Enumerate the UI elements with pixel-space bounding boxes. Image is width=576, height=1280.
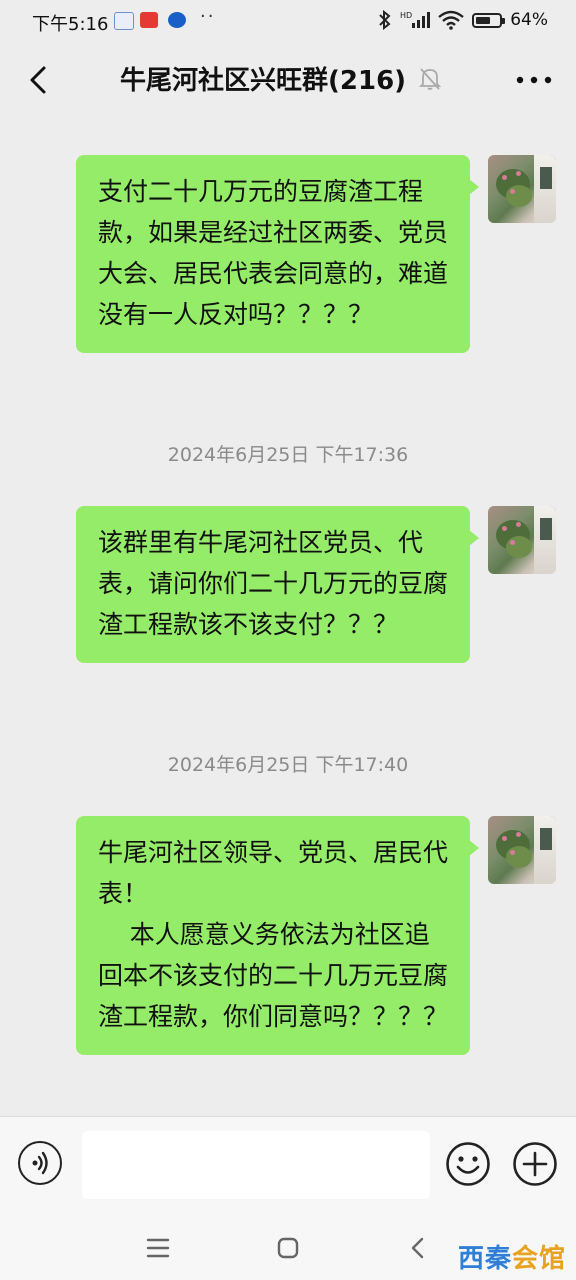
battery-percent: 64%	[510, 10, 548, 30]
svg-text:HD: HD	[400, 11, 412, 20]
message-timestamp: 2024年6月25日 下午17:36	[167, 444, 409, 466]
menu-nav-button[interactable]	[140, 1230, 176, 1266]
status-bar: 下午5:16 ·· HD 64%	[0, 0, 576, 42]
voice-input-button[interactable]	[18, 1141, 62, 1185]
chat-title-area: 牛尾河社区兴旺群(216)	[120, 60, 442, 97]
chat-title: 牛尾河社区兴旺群(216)	[120, 66, 407, 96]
toutiao-icon	[140, 12, 158, 28]
more-options-button[interactable]	[512, 60, 556, 100]
app-icon-3	[168, 12, 186, 28]
sender-avatar[interactable]	[488, 506, 556, 574]
message-timestamp: 2024年6月25日 下午17:40	[167, 754, 409, 776]
message-list[interactable]: 支付二十几万元的豆腐渣工程款，如果是经过社区两委、党员大会、居民代表会同意的，难…	[0, 116, 576, 1116]
chat-header: 牛尾河社区兴旺群(216)	[0, 42, 576, 116]
wifi-icon	[438, 10, 464, 30]
back-nav-button[interactable]	[400, 1230, 436, 1266]
battery-icon	[472, 12, 506, 28]
back-button[interactable]	[18, 60, 58, 100]
voice-icon	[32, 1151, 48, 1175]
watermark-logo: 西秦会馆	[457, 1244, 566, 1274]
more-notifications-icon: ··	[200, 6, 216, 27]
message-2: 该群里有牛尾河社区党员、代表，请问你们二十几万元的豆腐渣工程款该不该支付？？？	[76, 506, 556, 663]
signal-icon: HD	[400, 11, 431, 28]
more-functions-button[interactable]	[512, 1141, 558, 1187]
message-input[interactable]	[82, 1131, 430, 1199]
message-3: 牛尾河社区领导、党员、居民代表！ 本人愿意义务依法为社区追回本不该支付的二十几万…	[76, 816, 556, 1055]
message-bubble[interactable]: 该群里有牛尾河社区党员、代表，请问你们二十几万元的豆腐渣工程款该不该支付？？？	[76, 506, 479, 663]
message-bubble[interactable]: 牛尾河社区领导、党员、居民代表！ 本人愿意义务依法为社区追回本不该支付的二十几万…	[76, 816, 479, 1055]
bluetooth-icon	[379, 10, 391, 30]
system-nav-bar: 西秦会馆	[0, 1216, 576, 1280]
message-1: 支付二十几万元的豆腐渣工程款，如果是经过社区两委、党员大会、居民代表会同意的，难…	[76, 155, 556, 353]
emoji-button[interactable]	[445, 1141, 491, 1187]
status-time: 下午5:16	[32, 14, 109, 35]
mute-bell-icon	[418, 67, 442, 90]
home-nav-button[interactable]	[270, 1230, 306, 1266]
input-bar	[0, 1116, 576, 1217]
app-icon-1	[114, 12, 134, 30]
sender-avatar[interactable]	[488, 816, 556, 884]
sender-avatar[interactable]	[488, 155, 556, 223]
message-bubble[interactable]: 支付二十几万元的豆腐渣工程款，如果是经过社区两委、党员大会、居民代表会同意的，难…	[76, 155, 479, 353]
